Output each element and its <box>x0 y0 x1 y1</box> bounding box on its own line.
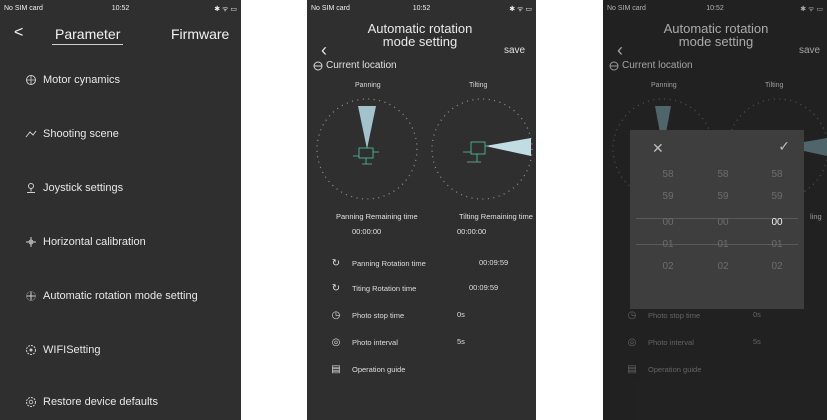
row-label: Photo stop time <box>352 311 405 320</box>
calibration-icon <box>24 235 38 249</box>
row-value: 00:09:59 <box>479 258 509 267</box>
back-button[interactable]: < <box>14 24 23 42</box>
picker-option[interactable]: 01 <box>757 234 797 256</box>
status-bar: No SIM card 10:52 ✱ ᯤ ▭ <box>0 0 241 18</box>
tilting-dial[interactable] <box>427 94 536 204</box>
clock-icon: ↻ <box>331 283 341 294</box>
close-icon[interactable]: ✕ <box>652 140 664 157</box>
row-panning-rotation-time[interactable]: ↻ Panning Rotation time 00:09:59 <box>329 258 508 269</box>
picker-minutes-column[interactable]: 58 59 00 01 02 <box>703 164 743 278</box>
time-picker: ✕ ✓ 58 59 00 01 02 58 59 00 01 02 58 59 … <box>630 130 804 309</box>
panning-label: Panning <box>355 82 381 89</box>
camera-icon: ◎ <box>331 337 341 348</box>
picker-option-selected[interactable]: 00 <box>757 212 797 234</box>
row-label: Photo interval <box>352 338 398 347</box>
menu-item-horizontal-calibration[interactable]: Horizontal calibration <box>24 232 146 252</box>
picker-option[interactable]: 00 <box>648 212 688 234</box>
menu-item-label: WIFISetting <box>43 344 101 356</box>
row-value: 5s <box>457 337 465 346</box>
picker-option[interactable]: 01 <box>703 234 743 256</box>
tilting-label: Tilting <box>469 82 488 89</box>
tab-underline <box>52 44 123 45</box>
menu-item-automatic-rotation[interactable]: Automatic rotation mode setting <box>24 286 198 306</box>
menu-item-label: Restore device defaults <box>43 396 158 408</box>
clock: 10:52 <box>412 5 431 12</box>
row-photo-interval[interactable]: ◎ Photo interval 5s <box>329 337 465 348</box>
confirm-icon[interactable]: ✓ <box>778 138 790 155</box>
picker-option[interactable]: 58 <box>703 164 743 186</box>
row-value: 00:09:59 <box>469 283 499 292</box>
picker-seconds-column[interactable]: 58 59 00 01 02 <box>757 164 797 278</box>
status-bar: No SIM card 10:52 ✱ ᯤ ▭ <box>307 0 536 18</box>
tilting-remaining-label: Tilting Remaining time <box>459 212 533 221</box>
rotation-icon <box>24 289 38 303</box>
clock-icon: ↻ <box>331 258 341 269</box>
page-title: Automatic rotation mode setting <box>367 21 473 49</box>
menu-item-label: Shooting scene <box>43 128 119 140</box>
tilting-remaining-value: 00:00:00 <box>457 227 487 236</box>
tab-firmware[interactable]: Firmware <box>171 26 229 42</box>
menu-item-label: Automatic rotation mode setting <box>43 290 198 302</box>
joystick-icon <box>24 181 38 195</box>
row-label: Operation guide <box>352 365 406 374</box>
wifi-icon <box>24 343 38 357</box>
picker-option[interactable]: 02 <box>757 256 797 278</box>
menu-item-label: Motor cynamics <box>43 74 121 86</box>
row-photo-stop-time[interactable]: ◷ Photo stop time 0s <box>329 310 465 321</box>
motor-icon <box>24 73 38 87</box>
picker-option[interactable]: 58 <box>648 164 688 186</box>
picker-option[interactable]: 02 <box>648 256 688 278</box>
picker-option[interactable]: 02 <box>703 256 743 278</box>
save-button[interactable]: save <box>504 45 525 56</box>
system-icons: ✱ ᯤ ▭ <box>214 6 237 13</box>
picker-option[interactable]: 59 <box>757 186 797 208</box>
phone-screen-parameter: No SIM card 10:52 ✱ ᯤ ▭ < Parameter Firm… <box>0 0 241 420</box>
menu-item-label: Horizontal calibration <box>43 236 146 248</box>
menu-item-wifi-setting[interactable]: WIFISetting <box>24 340 100 360</box>
picker-option[interactable]: 58 <box>757 164 797 186</box>
picker-option[interactable]: 00 <box>703 212 743 234</box>
row-tilting-rotation-time[interactable]: ↻ Titing Rotation time 00:09:59 <box>329 283 498 294</box>
location-icon <box>313 61 323 70</box>
row-operation-guide[interactable]: ▤ Operation guide <box>329 364 405 375</box>
picker-option[interactable]: 59 <box>703 186 743 208</box>
system-icons: ✱ ᯤ ▭ <box>509 6 532 13</box>
clock: 10:52 <box>111 5 130 12</box>
menu-item-shooting-scene[interactable]: Shooting scene <box>24 124 119 144</box>
panning-remaining-value: 00:00:00 <box>352 227 382 236</box>
restore-icon <box>24 395 38 409</box>
scene-icon <box>24 127 38 141</box>
tab-parameter[interactable]: Parameter <box>55 26 120 42</box>
picker-option[interactable]: 59 <box>648 186 688 208</box>
book-icon: ▤ <box>331 364 341 375</box>
menu-item-joystick-settings[interactable]: Joystick settings <box>24 178 123 198</box>
panning-dial[interactable] <box>312 94 422 204</box>
row-value: 0s <box>457 310 465 319</box>
picker-option[interactable]: 01 <box>648 234 688 256</box>
current-location-label: Current location <box>326 60 397 71</box>
phone-screen-rotation-mode: No SIM card 10:52 ✱ ᯤ ▭ Automatic rotati… <box>307 0 536 420</box>
row-label: Panning Rotation time <box>352 259 426 268</box>
menu-item-restore-defaults[interactable]: Restore device defaults <box>24 392 158 412</box>
timer-icon: ◷ <box>331 310 341 321</box>
panning-remaining-label: Panning Remaining time <box>336 212 418 221</box>
current-location-button[interactable]: Current location <box>313 60 397 71</box>
menu-item-motor-dynamics[interactable]: Motor cynamics <box>24 70 120 90</box>
menu-item-label: Joystick settings <box>43 182 124 194</box>
partial-label: ling <box>810 212 822 221</box>
back-button[interactable]: ‹ <box>321 40 327 61</box>
picker-hours-column[interactable]: 58 59 00 01 02 <box>648 164 688 278</box>
row-label: Titing Rotation time <box>352 284 417 293</box>
